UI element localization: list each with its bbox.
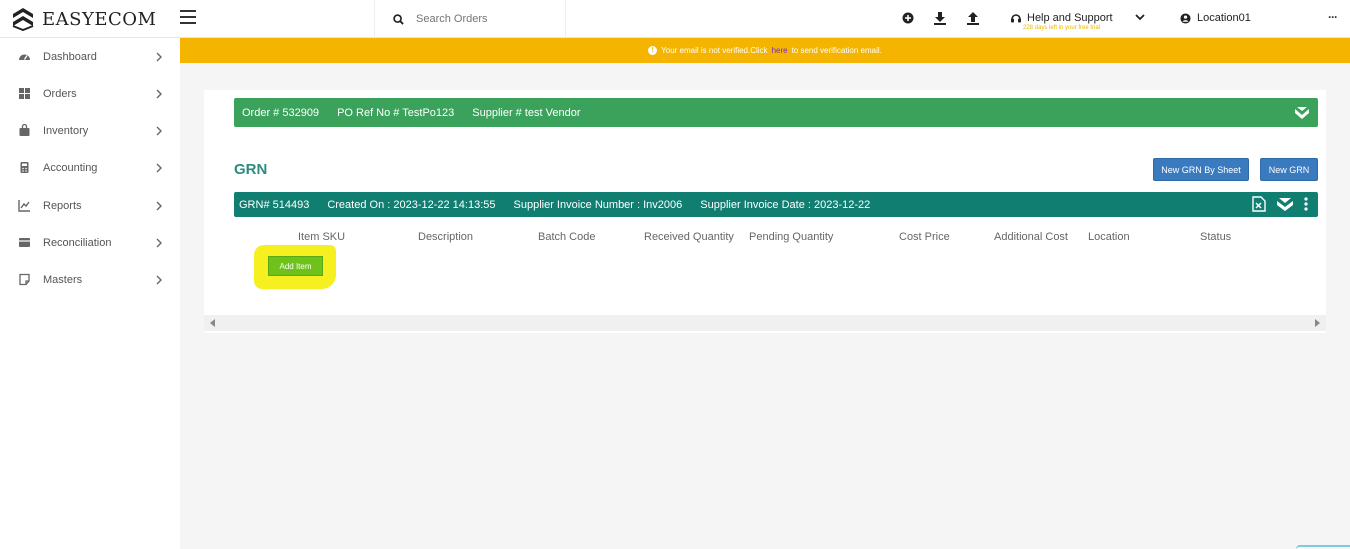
sidebar-item-label: Reports [43,199,82,212]
location-label: Location01 [1197,12,1251,24]
sidebar-item-orders[interactable]: Orders [0,75,180,112]
chevron-right-icon [156,163,162,172]
column-header-cost-price: Cost Price [899,231,950,243]
column-header-additional-cost: Additional Cost [994,231,1068,243]
column-header-description: Description [418,231,474,243]
help-title: Help and Support [1027,12,1113,24]
sidebar-item-label: Orders [43,87,77,100]
supplier-invoice-number: Supplier Invoice Number : Inv2006 [513,198,683,211]
sidebar-item-masters[interactable]: Masters [0,261,180,298]
banner-text-before: Your email is not verified.Click [661,46,768,55]
top-bar: EASYECOM Help and Support 228 days left … [0,0,1350,38]
chevron-down-icon[interactable] [1133,10,1147,24]
sidebar-item-label: Inventory [43,124,89,137]
sidebar-item-label: Accounting [43,161,98,174]
download-icon[interactable] [933,11,947,25]
excel-export-icon[interactable] [1252,196,1266,212]
chevron-right-icon [156,126,162,135]
grn-created-on: Created On : 2023-12-22 14:13:55 [327,198,496,211]
sidebar-item-label: Reconciliation [43,236,112,249]
grn-heading: GRN [234,161,268,178]
order-number: Order # 532909 [242,106,320,119]
column-header-status: Status [1200,231,1232,243]
user-circle-icon [1180,12,1191,24]
orders-icon [19,88,30,99]
add-circle-icon[interactable] [901,11,915,25]
horizontal-scrollbar[interactable] [204,315,1326,331]
search-box[interactable] [374,0,566,38]
expand-chevron-icon[interactable] [1276,197,1294,211]
column-header-pending-quantity: Pending Quantity [749,231,834,243]
grn-summary-bar: GRN# 514493 Created On : 2023-12-22 14:1… [234,192,1318,217]
search-icon [393,13,404,25]
scroll-right-icon[interactable] [1315,319,1320,327]
logo[interactable]: EASYECOM [12,7,156,31]
inventory-icon [19,124,30,136]
sidebar-item-reports[interactable]: Reports [0,187,180,224]
chevron-right-icon [156,201,162,210]
headset-icon [1011,14,1021,23]
chevron-right-icon [156,238,162,247]
sidebar-item-label: Dashboard [43,50,97,63]
po-reference: PO Ref No # TestPo123 [337,106,455,119]
sidebar-item-reconciliation[interactable]: Reconciliation [0,224,180,261]
logo-icon [12,8,34,31]
location-selector[interactable]: Location01 [1180,12,1251,24]
sidebar-item-dashboard[interactable]: Dashboard [0,38,180,75]
scroll-left-icon[interactable] [210,319,215,327]
sidebar-item-inventory[interactable]: Inventory [0,112,180,149]
corner-decoration [1296,545,1350,549]
banner-text-after: to send verification email. [791,46,882,55]
masters-icon [19,273,30,286]
sidebar-item-accounting[interactable]: Accounting [0,149,180,186]
reconciliation-icon [19,238,30,247]
menu-toggle-icon[interactable] [180,10,196,24]
supplier-name: Supplier # test Vendor [472,106,581,119]
sidebar: Dashboard Orders Inventory Accounting Re… [0,38,180,549]
search-input[interactable] [416,13,546,25]
grn-number: GRN# 514493 [239,198,310,211]
new-grn-by-sheet-button[interactable]: New GRN By Sheet [1153,158,1249,181]
dashboard-icon [19,54,30,60]
verify-email-link[interactable]: here [772,46,788,55]
chevron-right-icon [156,275,162,284]
accounting-icon [20,162,29,173]
supplier-invoice-date: Supplier Invoice Date : 2023-12-22 [700,198,871,211]
column-header-item-sku: Item SKU [298,231,346,243]
more-options-icon[interactable]: ··· [1328,10,1338,24]
info-icon: ! [648,46,658,55]
column-header-received-quantity: Received Quantity [644,231,734,243]
reports-icon [18,200,30,212]
chevron-right-icon [156,52,162,61]
order-summary-bar[interactable]: Order # 532909 PO Ref No # TestPo123 Sup… [234,98,1318,127]
new-grn-button[interactable]: New GRN [1260,158,1318,181]
kebab-menu-icon[interactable] [1304,197,1308,211]
trial-days-text: 228 days left in your free trial [1023,25,1101,31]
chevron-right-icon [156,89,162,98]
add-item-button[interactable]: Add Item [268,256,323,276]
sidebar-item-label: Masters [43,273,83,286]
email-verification-banner: ! Your email is not verified.Click here … [180,38,1350,63]
upload-icon[interactable] [966,11,980,25]
collapse-chevron-icon[interactable] [1294,106,1310,119]
column-header-location: Location [1088,231,1130,243]
logo-text: EASYECOM [42,8,157,30]
column-header-batch-code: Batch Code [538,231,596,243]
